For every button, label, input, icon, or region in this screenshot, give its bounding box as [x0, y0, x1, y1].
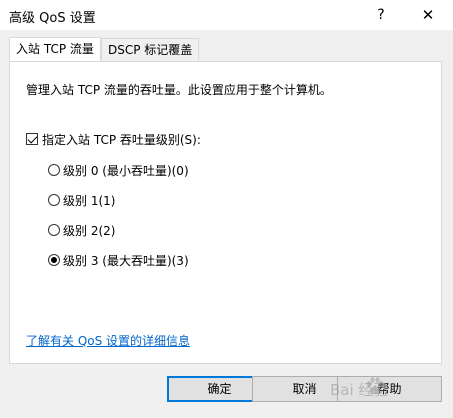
help-button[interactable]: 帮助 — [337, 376, 442, 402]
throughput-checkbox-label: 指定入站 TCP 吞吐量级别(S): — [42, 132, 201, 147]
qos-info-link[interactable]: 了解有关 QoS 设置的详细信息 — [26, 332, 190, 349]
radio-button[interactable] — [48, 224, 60, 236]
radio-label: 级别 1(1) — [63, 193, 116, 208]
radio-label: 级别 3 (最大吞吐量)(3) — [63, 253, 189, 268]
throughput-checkbox[interactable] — [26, 133, 38, 145]
tab-dscp-override[interactable]: DSCP 标记覆盖 — [101, 38, 200, 60]
help-icon[interactable]: ? — [370, 3, 392, 27]
description-text: 管理入站 TCP 流量的吞吐量。此设置应用于整个计算机。 — [26, 83, 332, 97]
radio-level-3[interactable]: 级别 3 (最大吞吐量)(3) — [48, 251, 189, 269]
radio-level-2[interactable]: 级别 2(2) — [48, 221, 115, 239]
close-icon[interactable]: ✕ — [415, 3, 441, 27]
radio-button[interactable] — [48, 164, 60, 176]
radio-label: 级别 2(2) — [63, 223, 116, 238]
radio-button[interactable] — [48, 194, 60, 206]
radio-level-0[interactable]: 级别 0 (最小吞吐量)(0) — [48, 161, 189, 179]
tab-inbound-tcp[interactable]: 入站 TCP 流量 — [9, 37, 101, 61]
tab-panel: 管理入站 TCP 流量的吞吐量。此设置应用于整个计算机。 指定入站 TCP 吞吐… — [9, 61, 442, 364]
window-title: 高级 QoS 设置 — [9, 11, 96, 26]
radio-label: 级别 0 (最小吞吐量)(0) — [63, 163, 189, 178]
radio-button[interactable] — [48, 254, 60, 266]
title-bar: 高级 QoS 设置 ? ✕ — [0, 0, 453, 30]
radio-level-1[interactable]: 级别 1(1) — [48, 191, 115, 209]
throughput-checkbox-row[interactable]: 指定入站 TCP 吞吐量级别(S): — [26, 130, 201, 148]
